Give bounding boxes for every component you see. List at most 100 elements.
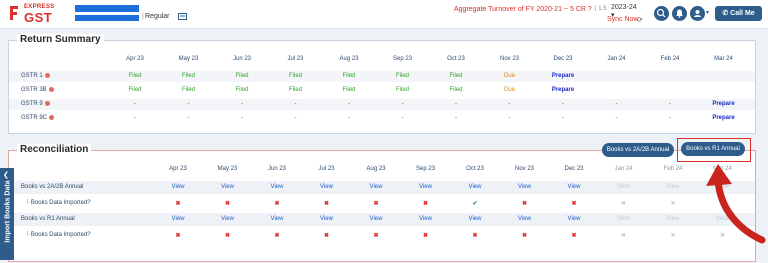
rc-view-link[interactable]: View bbox=[500, 184, 550, 190]
rs-month-header: Mar 24 bbox=[714, 56, 733, 62]
rc-month-header: Apr 23 bbox=[169, 166, 187, 172]
phone-icon: ✆ bbox=[722, 10, 729, 17]
cross-icon: ✖ bbox=[620, 233, 627, 239]
rs-month-header: Jun 23 bbox=[232, 56, 251, 62]
rs-status-cell: - bbox=[562, 115, 564, 121]
rs-status-cell: - bbox=[508, 115, 511, 121]
rs-status-cell: - bbox=[294, 101, 297, 107]
rc-view-link[interactable]: View bbox=[252, 184, 302, 190]
rs-status-cell: Filed bbox=[342, 73, 356, 79]
cross-icon: ✖ bbox=[175, 201, 181, 207]
search-icon bbox=[656, 8, 666, 18]
business-card-icon[interactable] bbox=[178, 13, 187, 20]
rs-month-header: Dec 23 bbox=[553, 56, 573, 62]
rs-status-cell: Filed bbox=[181, 87, 195, 93]
rc-month-header: Dec 23 bbox=[564, 166, 584, 172]
rc-view-link[interactable]: View bbox=[549, 184, 599, 190]
rs-status-cell: - bbox=[562, 101, 564, 107]
rc-view-link[interactable]: View bbox=[252, 216, 302, 222]
rc-view-link[interactable]: View bbox=[153, 184, 203, 190]
info-icon[interactable] bbox=[44, 101, 50, 106]
rs-status-cell: Filed bbox=[449, 87, 463, 93]
rc-row-label: Books vs R1 Annual bbox=[21, 216, 75, 222]
rs-status-cell[interactable]: Prepare bbox=[699, 115, 749, 121]
import-books-data-label: Import Books Data bbox=[4, 180, 12, 243]
cross-icon: ✖ bbox=[472, 233, 478, 239]
redacted-business-name bbox=[75, 5, 139, 12]
rs-row-label-gstr-1: GSTR 1 bbox=[21, 73, 50, 79]
cross-icon: ✖ bbox=[274, 233, 280, 239]
cross-icon: ✖ bbox=[521, 201, 528, 207]
rc-view-link[interactable]: View bbox=[302, 216, 352, 222]
rc-view-link[interactable]: View bbox=[203, 184, 253, 190]
user-icon bbox=[694, 10, 701, 17]
rc-view-link[interactable]: View bbox=[450, 184, 500, 190]
logo-mark-icon bbox=[10, 6, 18, 20]
info-icon[interactable] bbox=[49, 115, 55, 120]
rc-row-label-text: Books Data Imported? bbox=[30, 232, 91, 238]
rs-status-cell: - bbox=[134, 115, 136, 121]
logo-big-text: GST bbox=[24, 10, 53, 25]
rc-sub-row-label: └ Books Data Imported? bbox=[25, 232, 91, 238]
rs-row-label-gstr-3b: GSTR 3B bbox=[21, 87, 54, 93]
info-icon[interactable] bbox=[48, 87, 54, 92]
rs-status-cell[interactable]: Due bbox=[485, 87, 535, 93]
express-gst-logo[interactable]: EXPRESS GST bbox=[8, 3, 68, 25]
rc-view-link[interactable]: View bbox=[351, 184, 401, 190]
rc-view-link[interactable]: View bbox=[549, 216, 599, 222]
books-vs-2a2b-annual-button[interactable]: Books vs 2A/2B Annual bbox=[602, 143, 674, 157]
rs-status-cell[interactable]: Prepare bbox=[538, 73, 588, 79]
rc-view-link[interactable]: View bbox=[302, 184, 352, 190]
rs-status-cell[interactable]: Prepare bbox=[538, 87, 588, 93]
aggregate-extra: | 1.5 bbox=[595, 6, 607, 12]
financial-year-select[interactable]: 2023-24 ▾ bbox=[611, 4, 641, 19]
rc-view-link[interactable]: View bbox=[450, 216, 500, 222]
rs-month-header: Nov 23 bbox=[499, 56, 519, 62]
rs-status-cell: Filed bbox=[449, 73, 463, 79]
call-me-button[interactable]: ✆ Call Me bbox=[715, 6, 762, 21]
separator: | bbox=[142, 13, 144, 20]
rs-month-header: May 23 bbox=[178, 56, 199, 62]
rs-status-cell: - bbox=[294, 115, 297, 121]
chevron-down-icon[interactable]: ▾ bbox=[706, 9, 709, 16]
sync-icon[interactable]: ⟳ bbox=[637, 16, 643, 24]
rs-status-cell: Filed bbox=[235, 73, 249, 79]
rs-status-cell: Filed bbox=[288, 73, 302, 79]
rs-row-label-gstr-9: GSTR 9 bbox=[21, 101, 50, 107]
rc-view-link[interactable]: View bbox=[401, 216, 451, 222]
sync-now-link[interactable]: Sync Now bbox=[607, 16, 639, 23]
rs-status-cell: Filed bbox=[181, 73, 195, 79]
rs-status-cell[interactable]: Due bbox=[485, 73, 535, 79]
user-menu-button[interactable] bbox=[690, 6, 705, 21]
reconciliation-title: Reconciliation bbox=[17, 144, 92, 155]
top-bar: EXPRESS GST | Regular Aggregate Turnover… bbox=[0, 0, 768, 29]
cross-icon: ✖ bbox=[373, 201, 379, 207]
reconciliation-panel: Reconciliation Apr 23 May 23 Jun 23 Jul 23 A… bbox=[8, 144, 756, 262]
rs-row-label-gstr-9c: GSTR 9C bbox=[21, 115, 55, 121]
aggregate-turnover-text[interactable]: Aggregate Turnover of FY 2020-21 ~ 5 CR … bbox=[454, 6, 592, 13]
call-me-label: Call Me bbox=[730, 10, 755, 17]
rc-month-header: Jun 23 bbox=[267, 166, 286, 172]
cross-icon: ✖ bbox=[571, 233, 577, 239]
rc-view-link[interactable]: View bbox=[203, 216, 253, 222]
rc-view-link[interactable]: View bbox=[351, 216, 401, 222]
books-vs-r1-annual-button[interactable]: Books vs R1 Annual bbox=[681, 142, 745, 156]
rc-view-link[interactable]: View bbox=[401, 184, 451, 190]
rc-month-header: Nov 23 bbox=[514, 166, 534, 172]
search-button[interactable] bbox=[654, 6, 669, 21]
notifications-button[interactable] bbox=[672, 6, 687, 21]
rs-status-cell: - bbox=[615, 115, 618, 121]
rc-view-link[interactable]: View bbox=[500, 216, 550, 222]
rs-month-header: Aug 23 bbox=[339, 56, 359, 62]
rs-status-cell: - bbox=[669, 115, 671, 121]
rc-month-header: Sep 23 bbox=[415, 166, 436, 172]
plan-label: Regular bbox=[145, 13, 170, 20]
rs-status-cell: - bbox=[401, 101, 404, 107]
info-icon[interactable] bbox=[44, 73, 50, 78]
rc-view-link[interactable]: View bbox=[153, 216, 203, 222]
rs-status-cell: - bbox=[508, 101, 511, 107]
check-icon: ✔ bbox=[472, 201, 478, 207]
rs-status-cell[interactable]: Prepare bbox=[699, 101, 749, 107]
cross-icon: ✖ bbox=[373, 233, 379, 239]
import-books-data-tab[interactable]: ❮ Import Books Data bbox=[0, 168, 14, 260]
